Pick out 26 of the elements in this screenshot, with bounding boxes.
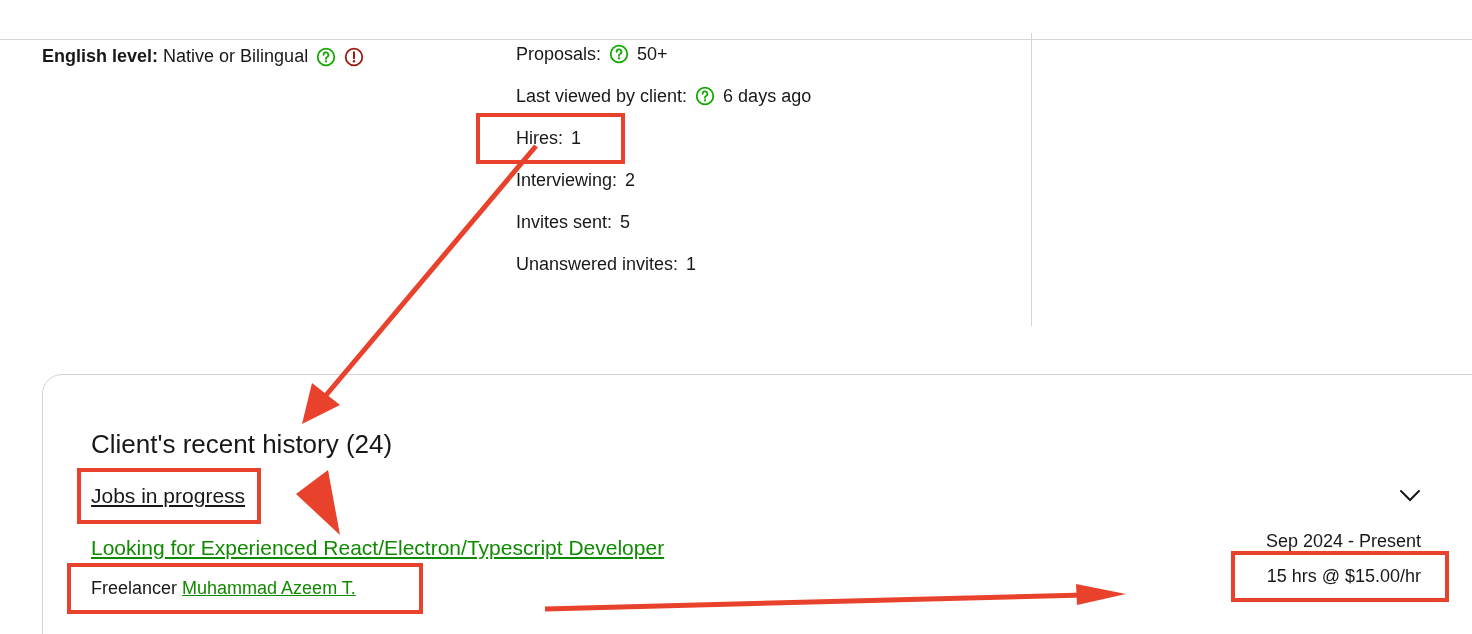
warning-icon[interactable] [344,46,365,67]
annotation-arrowhead [296,470,340,535]
activity-value: 1 [571,126,582,150]
activity-value: 50+ [637,42,668,66]
history-title: Client's recent history (24) [91,428,393,461]
activity-label: Unanswered invites: [516,252,679,276]
help-icon[interactable] [695,86,716,106]
activity-value: 2 [625,168,636,192]
activity-value: 5 [620,210,631,234]
activity-value: 6 days ago [723,84,812,108]
activity-label: Proposals: [516,42,602,66]
help-icon[interactable] [609,44,630,64]
job-dates: Sep 2024 - Present [1265,529,1421,553]
freelancer-label: Freelancer [91,578,179,598]
activity-label: Hires: [516,126,563,150]
job-title-link[interactable]: Looking for Experienced React/Electron/Typescript Developer [91,531,665,563]
activity-label: Last viewed by client: [516,84,688,108]
jobs-in-progress-link[interactable]: Jobs in progress [91,484,246,507]
help-icon[interactable] [316,46,337,67]
activity-label: Interviewing: [516,168,618,192]
activity-label: Invites sent: [516,210,613,234]
job-rate: 15 hrs @ $15.00/hr [1266,565,1421,586]
chevron-down-icon[interactable] [1399,488,1421,503]
freelancer-link[interactable]: Muhammad Azeem T. [182,578,356,598]
english-level-text: English level: Native or Bilingual [42,45,309,68]
activity-value: 1 [686,252,697,276]
